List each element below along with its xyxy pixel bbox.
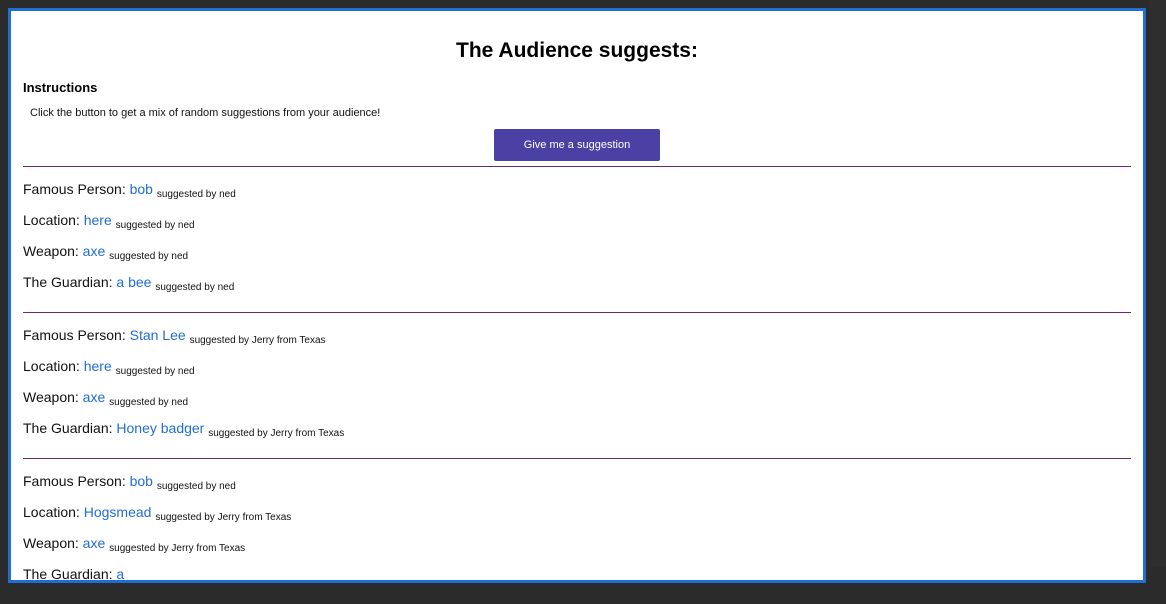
suggestion-value: bob: [129, 181, 153, 197]
category-label: Weapon:: [23, 243, 79, 259]
category-label: Location:: [23, 358, 80, 374]
category-label: Location:: [23, 504, 80, 520]
suggestion-group-1: Famous Person: bob suggested by ned Loca…: [23, 166, 1131, 312]
suggestion-value: here: [83, 212, 112, 228]
suggestion-row: Location: here suggested by ned: [23, 212, 1131, 243]
category-label: The Guardian:: [23, 420, 113, 436]
suggestion-value: a: [116, 566, 125, 582]
suggestion-row: The Guardian: Honey badger suggested by …: [23, 420, 1131, 453]
suggested-by: suggested by ned: [115, 366, 195, 377]
suggestion-row: Famous Person: bob suggested by ned: [23, 473, 1131, 504]
category-label: The Guardian:: [23, 274, 113, 290]
suggestion-groups: Famous Person: bob suggested by ned Loca…: [23, 166, 1131, 604]
suggested-by: suggested by ned: [109, 397, 189, 408]
category-label: Famous Person:: [23, 181, 126, 197]
suggestions-panel: The Audience suggests: Instructions Clic…: [8, 8, 1146, 583]
suggestion-row: Weapon: axe suggested by Jerry from Texa…: [23, 535, 1131, 566]
suggested-by: suggested by ned: [155, 282, 235, 293]
suggested-by: suggested by Jerry from Texas: [189, 335, 326, 346]
suggestion-value: Stan Lee: [129, 327, 186, 343]
category-label: The Guardian:: [23, 566, 113, 582]
suggestion-value: axe: [82, 243, 106, 259]
category-label: Famous Person:: [23, 327, 126, 343]
instructions-text: Click the button to get a mix of random …: [30, 107, 381, 119]
suggestion-row: Famous Person: Stan Lee suggested by Jer…: [23, 327, 1131, 358]
suggestion-row: Location: Hogsmead suggested by Jerry fr…: [23, 504, 1131, 535]
suggestion-value: a bee: [116, 274, 152, 290]
suggested-by: suggested by Jerry from Texas: [155, 512, 292, 523]
give-suggestion-button[interactable]: Give me a suggestion: [494, 129, 660, 161]
suggestion-group-3: Famous Person: bob suggested by ned Loca…: [23, 458, 1131, 604]
suggestion-row: Location: here suggested by ned: [23, 358, 1131, 389]
suggested-by: suggested by Jerry from Texas: [208, 428, 345, 439]
suggested-by: suggested by ned: [156, 189, 236, 200]
suggestion-value: axe: [82, 389, 106, 405]
suggestion-row: The Guardian: a bee suggested by ned: [23, 274, 1131, 307]
category-label: Weapon:: [23, 535, 79, 551]
instructions-heading: Instructions: [23, 80, 98, 95]
suggestion-row: Weapon: axe suggested by ned: [23, 243, 1131, 274]
page-title: The Audience suggests:: [456, 39, 698, 62]
suggestion-value: Honey badger: [116, 420, 205, 436]
suggestion-group-2: Famous Person: Stan Lee suggested by Jer…: [23, 312, 1131, 458]
suggestion-row: Famous Person: bob suggested by ned: [23, 181, 1131, 212]
suggestion-row: The Guardian: a: [23, 566, 1131, 599]
category-label: Weapon:: [23, 389, 79, 405]
suggestion-value: Hogsmead: [83, 504, 152, 520]
suggested-by: suggested by ned: [156, 481, 236, 492]
suggested-by: suggested by ned: [115, 220, 195, 231]
suggested-by: suggested by Jerry from Texas: [109, 543, 246, 554]
suggestion-value: axe: [82, 535, 106, 551]
suggestion-value: here: [83, 358, 112, 374]
suggestion-value: bob: [129, 473, 153, 489]
window-edge: [1149, 0, 1166, 567]
category-label: Famous Person:: [23, 473, 126, 489]
category-label: Location:: [23, 212, 80, 228]
suggested-by: suggested by ned: [109, 251, 189, 262]
suggestion-row: Weapon: axe suggested by ned: [23, 389, 1131, 420]
